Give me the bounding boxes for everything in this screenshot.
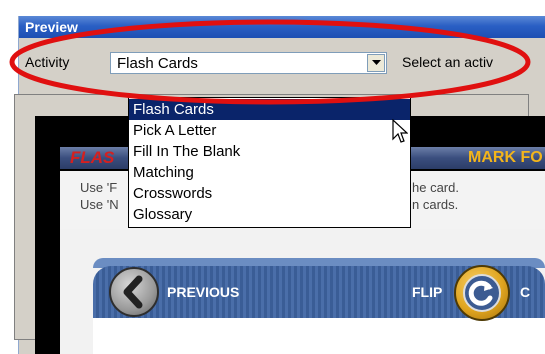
option-matching[interactable]: Matching <box>129 162 410 183</box>
flip-icon <box>463 274 501 312</box>
activity-select[interactable]: Flash Cards <box>110 52 387 74</box>
window-title: Preview <box>25 19 78 35</box>
mouse-cursor-icon <box>392 119 408 143</box>
select-hint-text: Select an activ <box>402 54 494 70</box>
title-bar[interactable]: Preview <box>19 16 545 38</box>
instruction-line-1-start: Use 'F <box>80 180 118 195</box>
previous-button[interactable] <box>109 267 159 317</box>
option-pick-a-letter[interactable]: Pick A Letter <box>129 120 410 141</box>
card-body <box>93 318 545 354</box>
previous-button-label[interactable]: PREVIOUS <box>167 284 239 300</box>
mark-button-label[interactable]: MARK FO <box>468 149 543 167</box>
banner-title: FLAS <box>70 148 115 167</box>
activity-select-value: Flash Cards <box>117 55 198 72</box>
previous-arrow-icon <box>123 275 143 309</box>
instruction-line-1-end: he card. <box>412 180 459 195</box>
activity-label: Activity <box>25 54 70 70</box>
flip-button-label[interactable]: FLIP <box>412 284 442 300</box>
dropdown-arrow-button[interactable] <box>367 54 385 72</box>
next-button-label-partial[interactable]: C <box>520 284 530 300</box>
option-glossary[interactable]: Glossary <box>129 204 410 225</box>
option-fill-in-the-blank[interactable]: Fill In The Blank <box>129 141 410 162</box>
option-flash-cards[interactable]: Flash Cards <box>129 99 410 120</box>
dropdown-arrow-icon <box>372 60 381 65</box>
option-crosswords[interactable]: Crosswords <box>129 183 410 204</box>
instruction-line-2-end: n cards. <box>412 197 459 212</box>
activity-dropdown-list[interactable]: Flash Cards Pick A Letter Fill In The Bl… <box>128 97 411 228</box>
instruction-line-2-start: Use 'N <box>80 197 119 212</box>
